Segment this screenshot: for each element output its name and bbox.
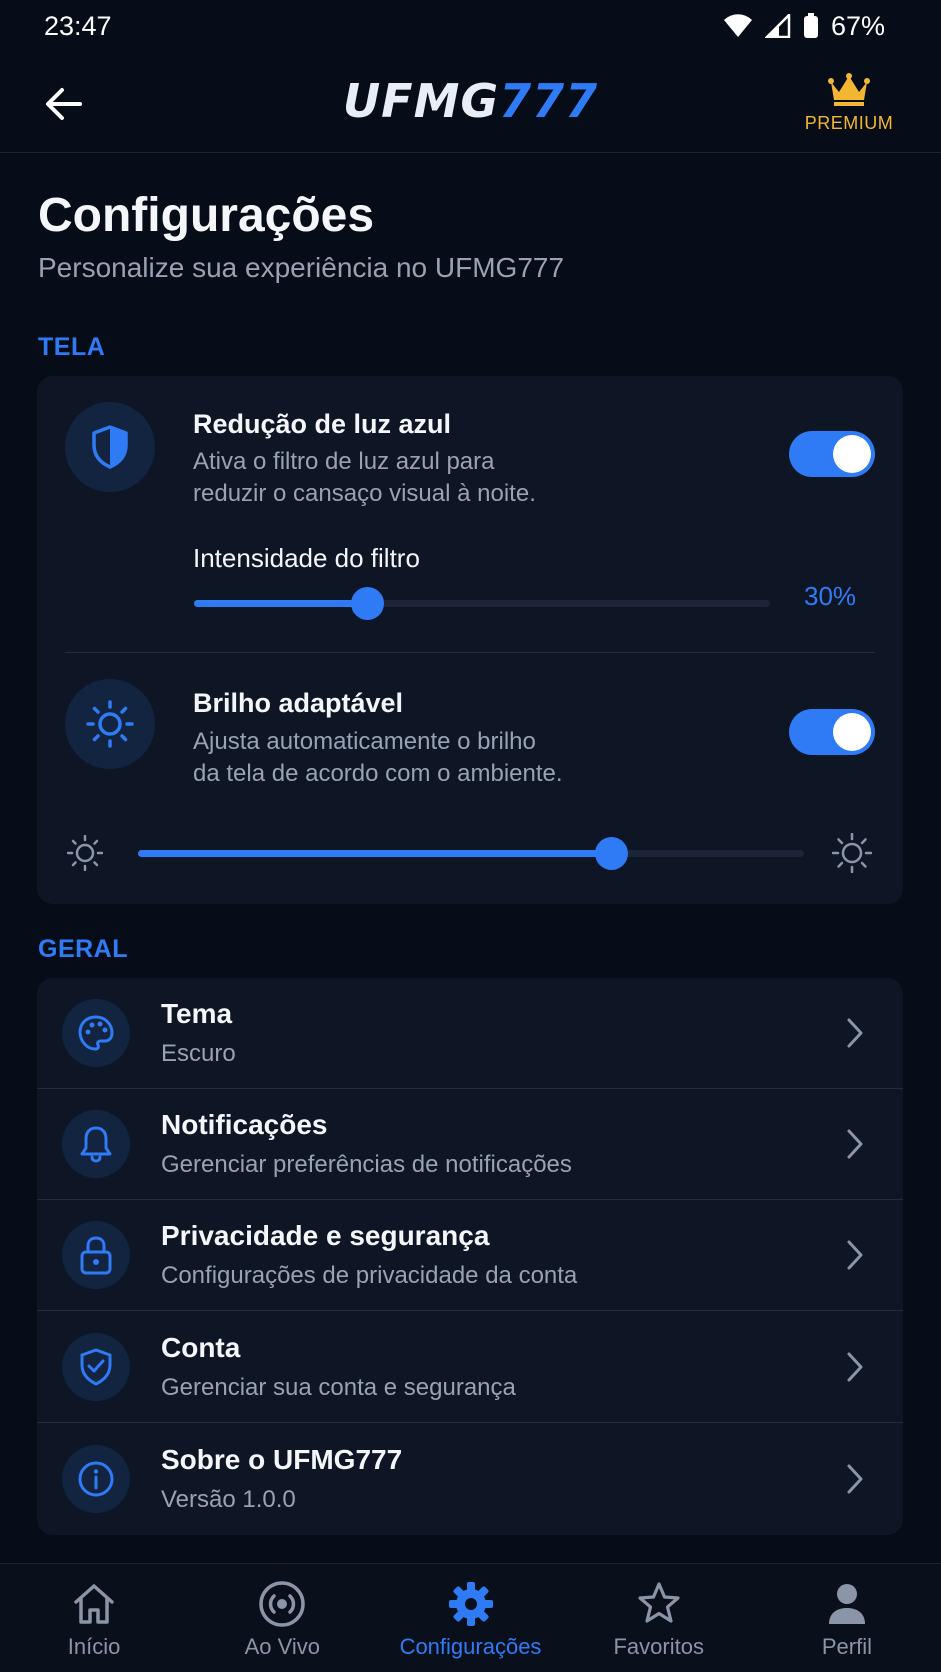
notifications-title: Notificações bbox=[161, 1109, 328, 1140]
brightness-slider[interactable] bbox=[138, 837, 804, 870]
adaptive-brightness-title: Brilho adaptável bbox=[193, 688, 404, 718]
nav-item-favorites[interactable]: Favoritos bbox=[565, 1564, 753, 1672]
person-icon bbox=[828, 1584, 865, 1624]
theme-title: Tema bbox=[161, 998, 233, 1029]
intensity-value: 30% bbox=[804, 581, 857, 611]
battery-icon bbox=[803, 13, 818, 38]
lock-icon-circle bbox=[62, 1221, 130, 1289]
signal-icon bbox=[764, 14, 791, 38]
shield-icon-circle bbox=[65, 402, 155, 492]
blue-light-toggle[interactable] bbox=[789, 431, 875, 477]
list-item-about[interactable]: Sobre o UFMG777 Versão 1.0.0 bbox=[37, 1424, 903, 1535]
toggle-knob bbox=[833, 435, 871, 473]
status-bar: 23:47 67% bbox=[0, 0, 941, 52]
nav-item-live[interactable]: Ao Vivo bbox=[188, 1564, 376, 1672]
list-item-notifications[interactable]: Notificações Gerenciar preferências de n… bbox=[37, 1089, 903, 1200]
section-label-general: GERAL bbox=[38, 935, 128, 963]
card-divider bbox=[65, 652, 875, 653]
status-icons: 67% bbox=[723, 11, 885, 42]
chevron-right-icon bbox=[847, 1129, 863, 1159]
theme-subtitle: Escuro bbox=[161, 1040, 236, 1067]
list-item-privacy[interactable]: Privacidade e segurança Configurações de… bbox=[37, 1200, 903, 1311]
list-item-account[interactable]: Conta Gerenciar sua conta e segurança bbox=[37, 1312, 903, 1423]
sun-icon-circle bbox=[65, 679, 155, 769]
nav-item-settings[interactable]: Configurações bbox=[376, 1564, 564, 1672]
brightness-high-icon bbox=[832, 833, 872, 873]
premium-badge[interactable]: PREMIUM bbox=[799, 72, 899, 134]
wifi-icon bbox=[723, 14, 752, 37]
intensity-slider[interactable] bbox=[194, 587, 770, 620]
brightness-slider-thumb[interactable] bbox=[595, 837, 628, 870]
logo-number: 777 bbox=[499, 74, 599, 128]
logo-text: UFMG bbox=[342, 74, 500, 128]
premium-label: PREMIUM bbox=[804, 113, 894, 133]
chevron-right-icon bbox=[847, 1464, 863, 1494]
chevron-right-icon bbox=[847, 1240, 863, 1270]
bottom-navigation: Início Ao Vivo Configurações Favoritos P… bbox=[0, 1563, 941, 1672]
intensity-label: Intensidade do filtro bbox=[193, 543, 420, 573]
adaptive-brightness-description-line1: Ajusta automaticamente o brilho bbox=[193, 728, 536, 755]
section-label-screen: TELA bbox=[38, 333, 106, 361]
notifications-subtitle: Gerenciar preferências de notificações bbox=[161, 1151, 572, 1178]
gear-icon bbox=[448, 1582, 493, 1626]
info-icon-circle bbox=[62, 1445, 130, 1513]
chevron-right-icon bbox=[847, 1018, 863, 1048]
nav-label-home: Início bbox=[67, 1634, 121, 1659]
chevron-right-icon bbox=[847, 1352, 863, 1382]
bell-icon-circle bbox=[62, 1110, 130, 1178]
blue-light-title: Redução de luz azul bbox=[193, 409, 452, 439]
nav-label-profile: Perfil bbox=[821, 1634, 872, 1659]
brightness-slider-fill bbox=[138, 850, 611, 857]
account-subtitle: Gerenciar sua conta e segurança bbox=[161, 1374, 516, 1401]
adaptive-brightness-description: Ajusta automaticamente o brilho da tela … bbox=[193, 726, 613, 790]
shield-icon bbox=[92, 425, 128, 469]
page-title: Configurações bbox=[38, 189, 375, 242]
intensity-slider-fill bbox=[194, 600, 367, 607]
app-bar: UFMG777 PREMIUM bbox=[0, 52, 941, 153]
shield-check-icon-circle bbox=[62, 1333, 130, 1401]
nav-item-home[interactable]: Início bbox=[0, 1564, 188, 1672]
palette-icon bbox=[78, 1015, 114, 1051]
page-subtitle: Personalize sua experiência no UFMG777 bbox=[38, 252, 565, 283]
blue-light-description-line1: Ativa o filtro de luz azul para bbox=[193, 448, 495, 475]
battery-percent: 67% bbox=[830, 10, 885, 41]
intensity-slider-thumb[interactable] bbox=[351, 587, 384, 620]
shield-check-icon bbox=[80, 1348, 112, 1386]
nav-label-live: Ao Vivo bbox=[244, 1634, 321, 1659]
home-icon bbox=[74, 1584, 114, 1624]
sun-icon bbox=[86, 700, 134, 748]
bell-icon bbox=[80, 1126, 112, 1163]
adaptive-brightness-toggle[interactable] bbox=[789, 709, 875, 755]
privacy-subtitle: Configurações de privacidade da conta bbox=[161, 1262, 578, 1289]
blue-light-description: Ativa o filtro de luz azul para reduzir … bbox=[193, 446, 613, 510]
general-settings-card: Tema Escuro Notificações Gerenciar prefe… bbox=[37, 978, 903, 1535]
status-time: 23:47 bbox=[44, 10, 112, 41]
about-title: Sobre o UFMG777 bbox=[161, 1444, 403, 1475]
adaptive-brightness-description-line2: da tela de acordo com o ambiente. bbox=[193, 760, 563, 787]
lock-icon bbox=[80, 1236, 112, 1275]
blue-light-description-line2: reduzir o cansaço visual à noite. bbox=[193, 480, 536, 507]
list-item-theme[interactable]: Tema Escuro bbox=[37, 978, 903, 1089]
nav-label-favorites: Favoritos bbox=[613, 1634, 704, 1659]
info-icon bbox=[78, 1461, 114, 1497]
palette-icon-circle bbox=[62, 999, 130, 1067]
toggle-knob bbox=[833, 713, 871, 751]
privacy-title: Privacidade e segurança bbox=[161, 1220, 490, 1251]
live-icon bbox=[259, 1581, 306, 1627]
nav-label-settings: Configurações bbox=[399, 1634, 542, 1659]
nav-item-profile[interactable]: Perfil bbox=[753, 1564, 941, 1672]
screen-settings-card: Redução de luz azul Ativa o filtro de lu… bbox=[37, 376, 903, 904]
crown-icon bbox=[828, 73, 870, 106]
star-icon bbox=[638, 1582, 680, 1623]
account-title: Conta bbox=[161, 1332, 241, 1363]
about-subtitle: Versão 1.0.0 bbox=[161, 1486, 296, 1513]
brightness-low-icon bbox=[67, 835, 103, 871]
